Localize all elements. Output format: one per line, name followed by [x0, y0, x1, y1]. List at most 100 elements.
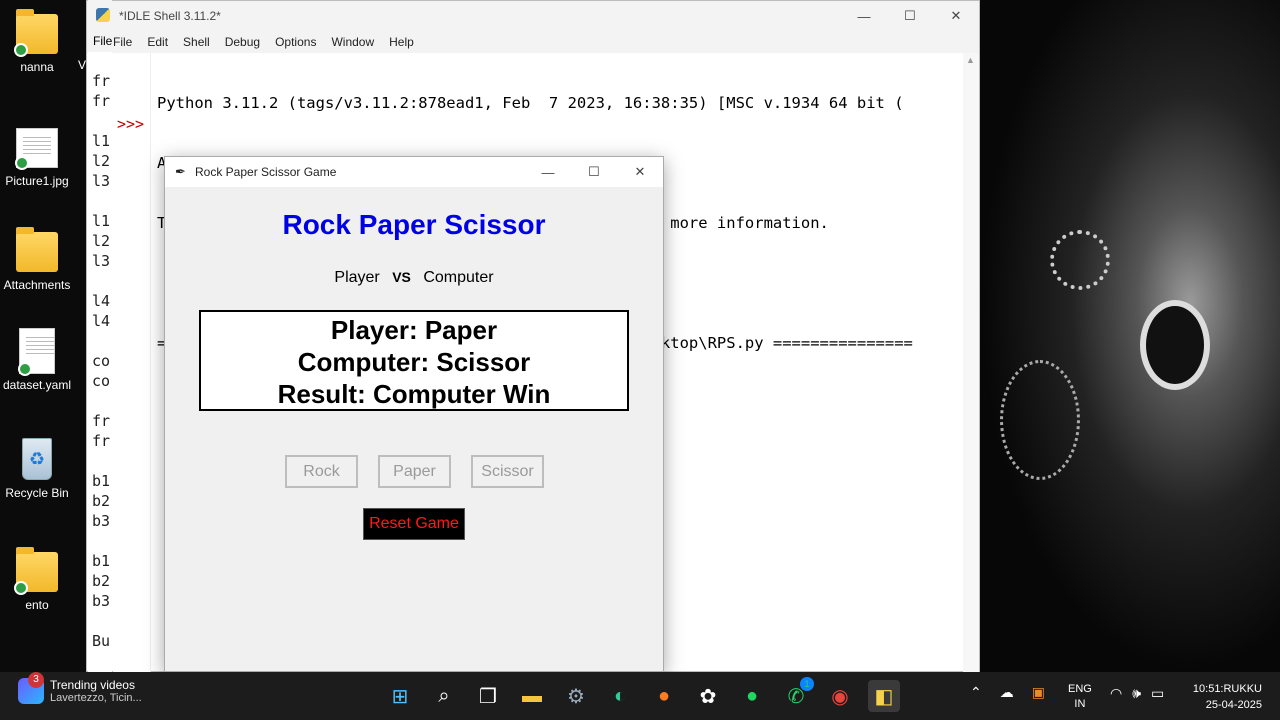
desktop-icon-recycle-bin[interactable]: Recycle Bin [0, 438, 74, 500]
paper-button[interactable]: Paper [378, 455, 451, 488]
code-line: b2 [92, 492, 111, 510]
chatgpt-icon[interactable]: ✿ [692, 680, 724, 712]
vs-label: VS [392, 269, 411, 285]
desktop-icon-label-partial: V [78, 58, 87, 72]
idle-menu-bar: File Edit Shell Debug Options Window Hel… [87, 31, 979, 53]
player-label: Player [334, 269, 380, 286]
code-line: l2 [92, 152, 111, 170]
code-line: co [92, 352, 111, 370]
code-line: fr [92, 412, 111, 430]
window-title: *IDLE Shell 3.11.2* [119, 9, 221, 23]
minimize-icon[interactable]: — [525, 157, 571, 187]
desktop-icon-picture1[interactable]: Picture1.jpg [0, 128, 74, 188]
settings-icon[interactable]: ⚙ [560, 680, 592, 712]
maximize-icon[interactable]: ☐ [571, 157, 617, 187]
code-line: b1 [92, 472, 111, 490]
shell-line: Python 3.11.2 (tags/v3.11.2:878ead1, Feb… [157, 94, 904, 112]
wifi-icon[interactable]: ◠ [1110, 685, 1122, 702]
game-title-bar[interactable]: ✒ Rock Paper Scissor Game — ☐ ✕ [165, 157, 663, 187]
cloud-icon[interactable]: ☁ [1000, 684, 1014, 701]
taskbar: 3 Trending videos Lavertezzo, Ticin... ⊞… [0, 672, 1280, 720]
widget-subtitle: Lavertezzo, Ticin... [50, 692, 142, 704]
desktop-icon-attachments[interactable]: Attachments [0, 227, 74, 292]
notification-badge: 3 [28, 672, 44, 688]
scissor-button[interactable]: Scissor [471, 455, 544, 488]
python-idle-icon[interactable]: ◧ [868, 680, 900, 712]
region-code: IN [1074, 698, 1086, 710]
code-line: l4 [92, 292, 111, 310]
taskbar-apps: ⊞ ⌕ ❐ ▬ ⚙ ◐ ● ✿ ● ✆ 1 ◉ ◧ [384, 677, 912, 712]
tk-feather-icon: ✒ [175, 164, 186, 179]
chrome-icon[interactable]: ◉ [824, 680, 856, 712]
folder-icon [14, 9, 58, 57]
image-file-icon [15, 128, 58, 170]
clock-date: 25-04-2025 [1205, 699, 1262, 711]
search-icon[interactable]: ⌕ [428, 680, 460, 712]
menu-options[interactable]: Options [275, 35, 316, 49]
system-tray: ⌃ ☁ ▣ [970, 684, 1063, 701]
chevron-up-icon[interactable]: ⌃ [970, 684, 982, 701]
code-line: l2 [92, 232, 111, 250]
code-line: fr [92, 92, 111, 110]
vertical-scrollbar[interactable] [963, 53, 979, 673]
menu-shell[interactable]: Shell [183, 35, 210, 49]
code-line: b3 [92, 592, 111, 610]
task-view-icon[interactable]: ❐ [472, 680, 504, 712]
idle-title-bar[interactable]: *IDLE Shell 3.11.2* — ☐ ✕ [87, 1, 979, 31]
battery-icon[interactable]: ▭ [1151, 685, 1164, 702]
volume-icon[interactable]: 🕪 [1132, 685, 1141, 702]
rock-button[interactable]: Rock [285, 455, 358, 488]
shell-prompt: >>> [117, 115, 145, 133]
menu-edit[interactable]: Edit [147, 35, 168, 49]
code-line: b2 [92, 572, 111, 590]
desktop-icon-label: dataset.yaml [2, 378, 72, 392]
app-tray-icon[interactable]: ▣ [1032, 684, 1045, 701]
code-line: l3 [92, 172, 111, 190]
maximize-icon[interactable]: ☐ [887, 1, 933, 31]
python-icon [96, 8, 110, 22]
file-explorer-icon[interactable]: ▬ [516, 680, 548, 712]
code-line: fr [92, 72, 111, 90]
language-indicator[interactable]: ENG IN [1068, 682, 1092, 712]
clock[interactable]: 10:51:RUKKU 25-04-2025 [1184, 681, 1262, 713]
code-line: b1 [92, 552, 111, 570]
yaml-file-icon [18, 328, 55, 376]
desktop-icon-ento[interactable]: ento [0, 547, 74, 612]
rps-game-window: ✒ Rock Paper Scissor Game — ☐ ✕ Rock Pap… [164, 156, 664, 672]
background-editor-window[interactable]: File fr fr l1 l2 l3 l1 l2 l3 l4 l4 co co… [88, 0, 112, 672]
widgets-button[interactable]: 3 Trending videos Lavertezzo, Ticin... [18, 672, 142, 704]
wallpaper-ganesha [980, 0, 1280, 672]
desktop-icon-dataset[interactable]: dataset.yaml [0, 328, 74, 392]
minimize-icon[interactable]: — [841, 1, 887, 31]
spotify-icon[interactable]: ● [736, 680, 768, 712]
result-text: Result: Computer Win [277, 379, 551, 409]
code-line: l1 [92, 212, 111, 230]
desktop-icon-label: Attachments [3, 278, 71, 292]
code-line: fr [92, 432, 111, 450]
code-line: b3 [92, 512, 111, 530]
desktop-icon-label: Recycle Bin [5, 486, 69, 500]
menu-window[interactable]: Window [331, 35, 374, 49]
menu-debug[interactable]: Debug [225, 35, 260, 49]
notification-badge: 1 [800, 677, 814, 691]
close-icon[interactable]: ✕ [933, 1, 979, 31]
close-icon[interactable]: ✕ [617, 157, 663, 187]
line-gutter [113, 53, 151, 673]
clock-time: 10:51:RUKKU [1192, 683, 1262, 695]
computer-label: Computer [423, 269, 494, 286]
code-line: Bu [92, 632, 111, 650]
whatsapp-icon[interactable]: ✆ 1 [780, 677, 814, 712]
desktop-icon-label: Picture1.jpg [5, 174, 69, 188]
desktop-icon-nanna[interactable]: nanna [0, 9, 74, 74]
reset-game-button[interactable]: Reset Game [363, 508, 465, 540]
firefox-icon[interactable]: ● [648, 680, 680, 712]
menu-file[interactable]: File [113, 35, 132, 49]
edge-icon[interactable]: ◐ [604, 680, 636, 712]
menu-file-partial[interactable]: File [88, 30, 112, 52]
computer-choice-text: Computer: Scissor [297, 347, 531, 377]
folder-icon [16, 227, 58, 272]
start-icon[interactable]: ⊞ [384, 680, 416, 712]
menu-help[interactable]: Help [389, 35, 414, 49]
desktop-icon-label: nanna [20, 60, 54, 74]
code-line: co [92, 372, 111, 390]
